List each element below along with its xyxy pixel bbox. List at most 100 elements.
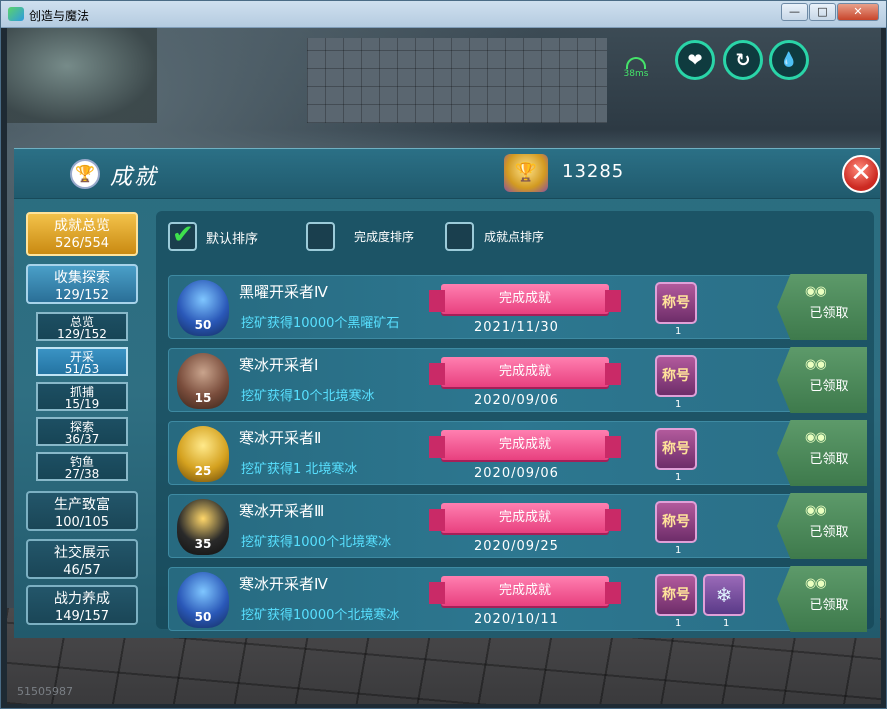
sort-completion-checkbox[interactable] (306, 222, 335, 251)
window-title: 创造与魔法 (29, 9, 90, 23)
medal-icon: 35 (177, 499, 229, 555)
medal-icon: 25 (177, 426, 229, 482)
reward-qty: 1 (675, 545, 682, 556)
ice-block-reward-icon[interactable]: ❄ (703, 574, 745, 616)
close-window-button[interactable]: ✕ (837, 3, 879, 21)
stamina-icon: ↻ (723, 40, 763, 80)
achievement-desc: 挖矿获得10000个北境寒冰 (241, 608, 400, 623)
achievement-name: 寒冰开采者Ⅳ (239, 575, 328, 593)
title-reward-icon[interactable]: 称号 (655, 574, 697, 616)
subtab-count: 15/19 (64, 397, 100, 411)
title-reward-icon[interactable]: 称号 (655, 282, 697, 324)
reward-qty: 1 (675, 326, 682, 337)
subtab-explore[interactable]: 探索 36/37 (36, 417, 128, 446)
tab-label: 收集探索 (54, 270, 110, 286)
wifi-icon (626, 57, 646, 69)
tab-social[interactable]: 社交展示 46/57 (26, 539, 138, 579)
sort-completion-label: 完成度排序 (354, 230, 415, 244)
claimed-label: 已领取 (809, 598, 849, 613)
subtab-count: 129/152 (57, 327, 107, 341)
sort-default-label: 默认排序 (206, 232, 259, 247)
scene-block (307, 38, 607, 123)
sort-points-label: 成就点排序 (484, 230, 545, 244)
subtab-mining[interactable]: 开采 51/53 (36, 347, 128, 376)
tab-production[interactable]: 生产致富 100/105 (26, 491, 138, 531)
complete-date: 2020/09/06 (474, 466, 559, 481)
claimed-button[interactable]: ◉◉ 已领取 (777, 274, 867, 340)
medal-icon: 50 (177, 280, 229, 336)
reward-qty: 1 (675, 618, 682, 629)
complete-date: 2020/09/06 (474, 393, 559, 408)
reward-qty: 1 (675, 472, 682, 483)
achievement-row: 50 黑曜开采者Ⅳ 挖矿获得10000个黑曜矿石 完成成就 2021/11/30… (168, 274, 867, 340)
sort-points-checkbox[interactable] (445, 222, 474, 251)
tab-count: 46/57 (63, 563, 101, 578)
claimed-mascot-icon: ◉◉ (805, 503, 827, 518)
achievement-panel: 🏆 成就 🏆 13285 ✕ 成就总览 526/554 收集探索 129/152… (14, 148, 880, 638)
claimed-mascot-icon: ◉◉ (805, 284, 827, 299)
reward-qty: 1 (675, 399, 682, 410)
tab-label: 社交展示 (54, 545, 110, 561)
claimed-mascot-icon: ◉◉ (805, 576, 827, 591)
achievement-name: 寒冰开采者Ⅲ (239, 502, 325, 520)
title-reward-icon[interactable]: 称号 (655, 428, 697, 470)
scene-statue (7, 28, 157, 123)
tab-collect-explore[interactable]: 收集探索 129/152 (26, 264, 138, 304)
tab-label: 成就总览 (54, 218, 110, 234)
claimed-label: 已领取 (809, 525, 849, 540)
sort-bar: 默认排序 完成度排序 成就点排序 (156, 211, 874, 256)
app-icon (8, 7, 24, 21)
subtab-fishing[interactable]: 钓鱼 27/38 (36, 452, 128, 481)
panel-title: 成就 (110, 165, 159, 190)
medal-icon: 50 (177, 572, 229, 628)
subtab-count: 51/53 (64, 362, 100, 376)
tab-label: 战力养成 (54, 591, 110, 607)
trophy-icon: 🏆 (70, 159, 100, 189)
complete-ribbon: 完成成就 (429, 503, 621, 533)
tab-count: 129/152 (54, 288, 109, 303)
minimize-button[interactable]: — (781, 3, 808, 21)
claimed-button[interactable]: ◉◉ 已领取 (777, 566, 867, 632)
subtab-capture[interactable]: 抓捕 15/19 (36, 382, 128, 411)
claimed-button[interactable]: ◉◉ 已领取 (777, 493, 867, 559)
complete-date: 2020/10/11 (474, 612, 559, 627)
water-icon: 💧 (769, 40, 809, 80)
achievement-points: 13285 (562, 161, 625, 182)
complete-ribbon: 完成成就 (429, 284, 621, 314)
user-id-watermark: 51505987 (17, 685, 73, 698)
title-reward-icon[interactable]: 称号 (655, 355, 697, 397)
achievement-row: 35 寒冰开采者Ⅲ 挖矿获得1000个北境寒冰 完成成就 2020/09/25 … (168, 493, 867, 559)
reward-qty: 1 (723, 618, 730, 629)
claimed-label: 已领取 (809, 306, 849, 321)
game-scene: 38ms ❤ ↻ 💧 🏆 成就 🏆 13285 ✕ 成就总览 526/554 收… (7, 28, 881, 704)
achievement-desc: 挖矿获得1000个北境寒冰 (241, 535, 392, 550)
achievement-name: 黑曜开采者Ⅳ (239, 283, 328, 301)
tab-count: 526/554 (54, 236, 109, 251)
close-panel-button[interactable]: ✕ (842, 155, 880, 193)
complete-date: 2021/11/30 (474, 320, 559, 335)
network-signal: 38ms (621, 57, 651, 79)
achievement-list: 默认排序 完成度排序 成就点排序 50 黑曜开采者Ⅳ 挖矿获得10000个黑曜矿… (156, 211, 874, 632)
panel-header: 🏆 成就 🏆 13285 ✕ (14, 149, 880, 199)
claimed-label: 已领取 (809, 379, 849, 394)
maximize-button[interactable]: □ (809, 3, 836, 21)
tab-label: 生产致富 (54, 497, 110, 513)
tab-combat[interactable]: 战力养成 149/157 (26, 585, 138, 625)
achievement-desc: 挖矿获得1 北境寒冰 (241, 462, 358, 477)
subtab-overview[interactable]: 总览 129/152 (36, 312, 128, 341)
sort-default-checkbox[interactable] (168, 220, 197, 251)
title-reward-icon[interactable]: 称号 (655, 501, 697, 543)
achievement-row: 50 寒冰开采者Ⅳ 挖矿获得10000个北境寒冰 完成成就 2020/10/11… (168, 566, 867, 632)
ping-label: 38ms (623, 69, 649, 79)
claimed-button[interactable]: ◉◉ 已领取 (777, 420, 867, 486)
complete-ribbon: 完成成就 (429, 357, 621, 387)
tab-count: 149/157 (54, 609, 109, 624)
achievement-row: 15 寒冰开采者Ⅰ 挖矿获得10个北境寒冰 完成成就 2020/09/06 称号… (168, 347, 867, 413)
title-bar: 创造与魔法 — □ ✕ (1, 1, 886, 28)
achievement-name: 寒冰开采者Ⅱ (239, 429, 322, 447)
claimed-button[interactable]: ◉◉ 已领取 (777, 347, 867, 413)
tab-overview[interactable]: 成就总览 526/554 (26, 212, 138, 256)
achievement-desc: 挖矿获得10000个黑曜矿石 (241, 316, 400, 331)
health-icon: ❤ (675, 40, 715, 80)
achievement-desc: 挖矿获得10个北境寒冰 (241, 389, 375, 404)
